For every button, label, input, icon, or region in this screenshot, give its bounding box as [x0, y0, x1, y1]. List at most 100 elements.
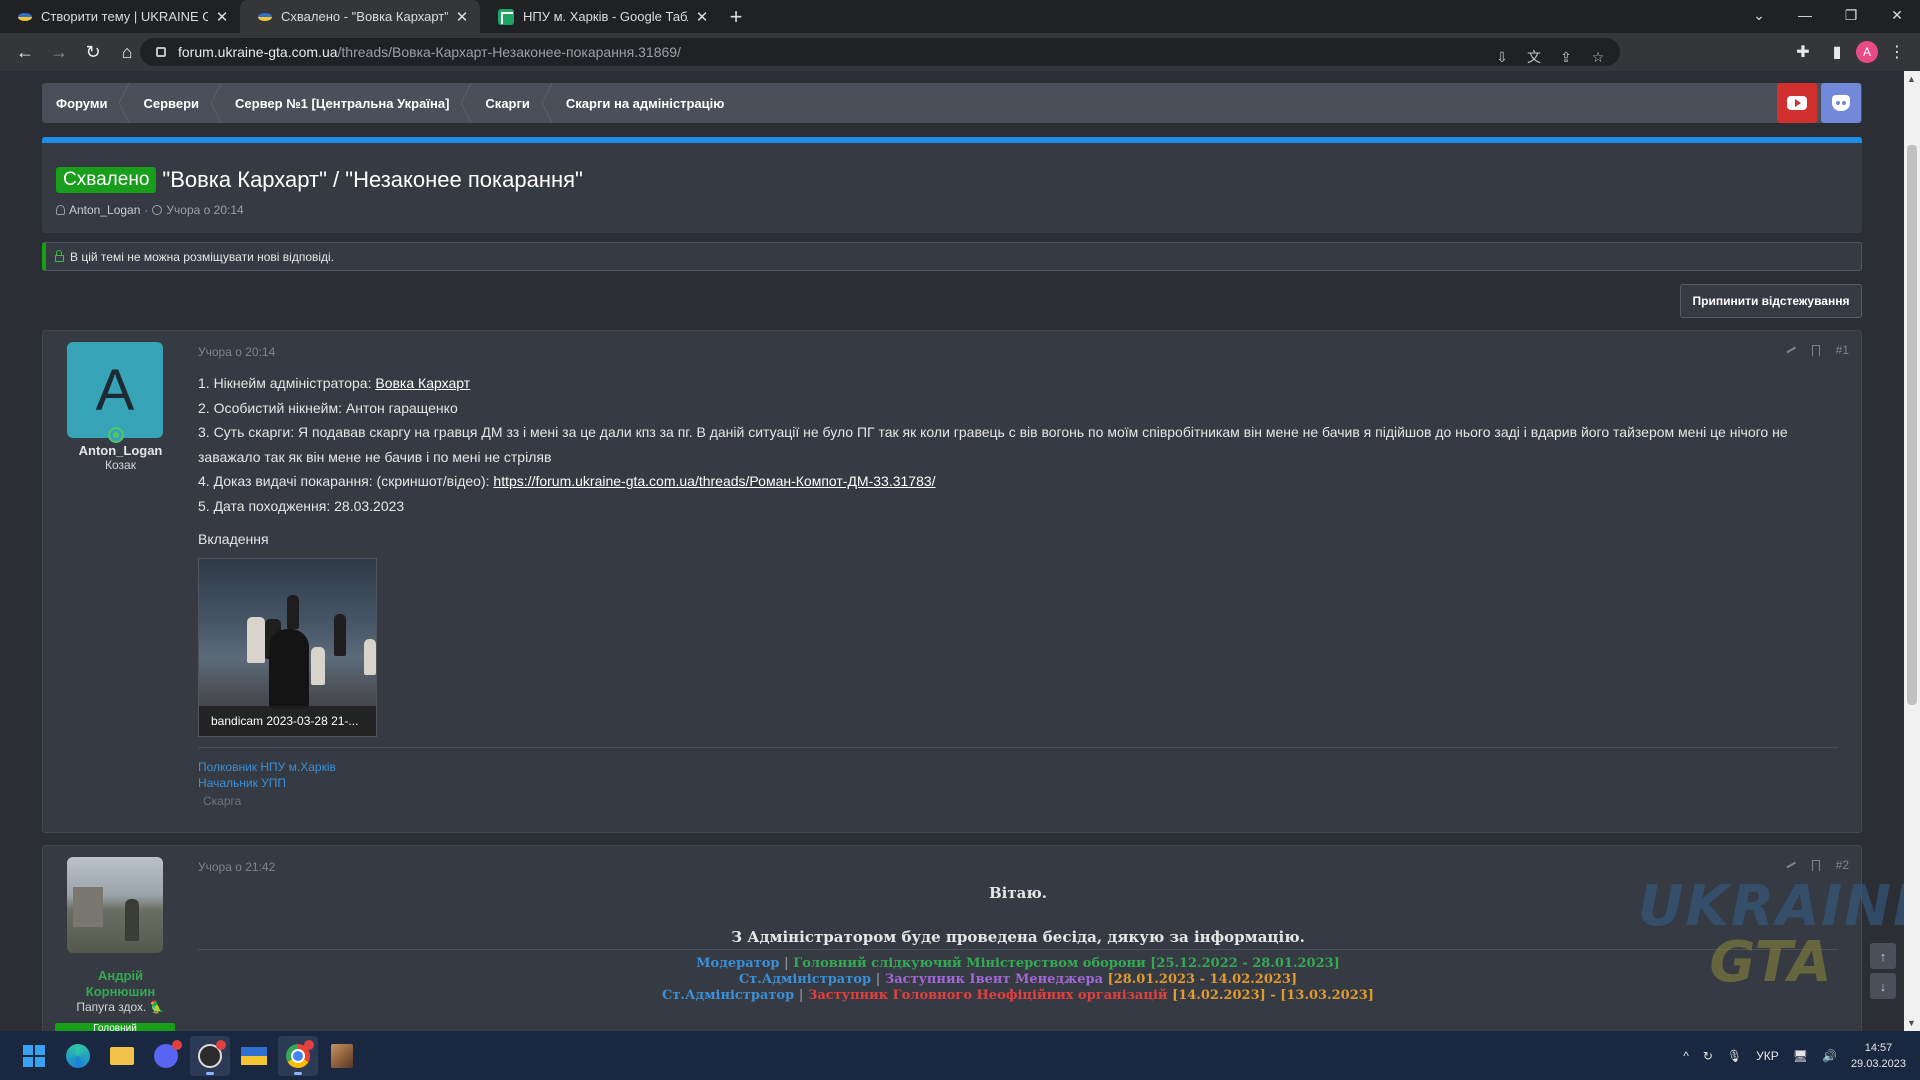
- signature-line: Ст.Адміністратор | Заступник Головного Н…: [662, 988, 1374, 1003]
- thread-header: Схвалено "Вовка Кархарт" / "Незаконее по…: [42, 137, 1862, 233]
- taskbar-chrome[interactable]: [278, 1035, 318, 1076]
- breadcrumb-complaints[interactable]: Скарги: [471, 83, 553, 123]
- attachments-heading: Вкладення: [198, 531, 269, 547]
- youtube-button[interactable]: [1777, 83, 1817, 123]
- avatar[interactable]: [67, 857, 163, 953]
- taskbar-clock[interactable]: 14:57 29.03.2023: [1851, 1040, 1906, 1072]
- taskbar-game[interactable]: [322, 1036, 362, 1076]
- clock-icon: [152, 205, 163, 215]
- reload-icon[interactable]: ↻: [76, 37, 110, 67]
- line-date: 5. Дата походження: 28.03.2023: [198, 497, 405, 514]
- page-viewport: Форуми Сервери Сервер №1 [Центральна Укр…: [0, 71, 1904, 1031]
- thread-title: "Вовка Кархарт" / "Незаконее покарання": [162, 167, 583, 192]
- reply-message: З Адміністратором буде проведена бесіда,…: [731, 928, 1305, 946]
- windows-taskbar: ^ ↻ 🎙 УКР 🖥 🔊 14:57 29.03.2023: [0, 1031, 1920, 1080]
- tab-current-thread[interactable]: Схвалено - "Вовка Кархарт" / "Н ✕: [240, 0, 480, 33]
- breadcrumb-server-1[interactable]: Сервер №1 [Центральна Україна]: [221, 83, 472, 123]
- post-tag[interactable]: Скарга: [203, 794, 241, 808]
- breadcrumb-admin-complaints[interactable]: Скарги на адміністрацію: [552, 83, 746, 123]
- user-icon: [56, 205, 65, 215]
- input-language[interactable]: УКР: [1756, 1049, 1779, 1063]
- tab-google-sheets[interactable]: НПУ м. Харків - Google Таблиця ✕: [480, 0, 720, 33]
- extensions-puzzle-icon[interactable]: ✚: [1788, 38, 1818, 66]
- scroll-to-bottom-button[interactable]: ↓: [1870, 973, 1896, 999]
- new-tab-button[interactable]: +: [720, 0, 752, 33]
- windows-logo-icon: [23, 1044, 45, 1067]
- signature-line: Начальник УПП: [198, 776, 287, 790]
- proof-link[interactable]: https://forum.ukraine-gta.com.ua/threads…: [493, 473, 935, 489]
- line-admin-nick: 1. Нікнейм адміністратора: Вовка Кархарт: [198, 375, 471, 391]
- taskbar-explorer[interactable]: [102, 1036, 142, 1076]
- page-scrollbar[interactable]: ▲ ▼: [1904, 71, 1920, 1031]
- taskbar-discord[interactable]: [146, 1036, 186, 1076]
- lock-icon[interactable]: [156, 47, 166, 57]
- breadcrumb-servers[interactable]: Сервери: [129, 83, 221, 123]
- post-username-line[interactable]: Андрій: [43, 968, 198, 983]
- taskbar-edge[interactable]: [58, 1036, 98, 1076]
- install-app-icon[interactable]: ⇩: [1488, 43, 1516, 71]
- scroll-down-arrow-icon[interactable]: ▼: [1907, 1018, 1916, 1028]
- bookmark-icon[interactable]: [1811, 344, 1820, 356]
- lock-icon: [55, 250, 64, 262]
- restore-icon[interactable]: ❐: [1828, 0, 1874, 30]
- forward-arrow-icon[interactable]: →: [42, 37, 76, 67]
- thread-date[interactable]: Учора о 20:14: [166, 203, 243, 217]
- network-icon[interactable]: 🖥: [1793, 1049, 1808, 1063]
- post-username[interactable]: Anton_Logan: [43, 443, 198, 458]
- thread-author-link[interactable]: Anton_Logan: [69, 203, 140, 217]
- attachment-thumbnail[interactable]: bandicam 2023-03-28 21-...: [198, 558, 377, 737]
- share-icon[interactable]: ⇪: [1552, 43, 1580, 71]
- profile-avatar[interactable]: A: [1856, 41, 1878, 63]
- tab-create-thread[interactable]: Створити тему | UKRAINE GTA - ✕: [0, 0, 240, 33]
- admin-nick-link[interactable]: Вовка Кархарт: [375, 375, 470, 391]
- discord-icon: [1832, 95, 1850, 111]
- taskbar-obs[interactable]: [190, 1035, 230, 1076]
- discord-button[interactable]: [1821, 83, 1861, 123]
- bookmark-icon[interactable]: [1811, 859, 1820, 871]
- bookmark-star-icon[interactable]: ☆: [1584, 43, 1612, 71]
- volume-icon[interactable]: 🔊: [1822, 1049, 1837, 1063]
- close-tab-icon[interactable]: ✕: [454, 8, 470, 26]
- unwatch-thread-button[interactable]: Припинити відстежування: [1680, 284, 1862, 318]
- signature-line: Модератор | Головний слідкуючий Міністер…: [696, 956, 1340, 971]
- post-number[interactable]: #2: [1836, 858, 1849, 872]
- tray-chevron-up-icon[interactable]: ^: [1683, 1049, 1689, 1063]
- address-bar[interactable]: forum.ukraine-gta.com.ua/threads/Вовка-К…: [140, 38, 1620, 66]
- share-icon[interactable]: [1786, 860, 1796, 870]
- tab-title: НПУ м. Харків - Google Таблиця: [523, 9, 688, 24]
- close-tab-icon[interactable]: ✕: [214, 8, 230, 26]
- side-panel-icon[interactable]: ▮: [1822, 38, 1852, 66]
- signature-line: Ст.Адміністратор | Заступник Івент Менед…: [738, 972, 1298, 987]
- post-username-line[interactable]: Корнюшин: [43, 984, 198, 999]
- back-arrow-icon[interactable]: ←: [8, 37, 42, 67]
- line-proof: 4. Доказ видачі покарання: (скриншот/від…: [198, 473, 936, 489]
- scrollbar-thumb[interactable]: [1907, 145, 1917, 705]
- breadcrumb-forums[interactable]: Форуми: [42, 83, 130, 123]
- youtube-icon: [1787, 96, 1807, 110]
- close-window-icon[interactable]: ✕: [1874, 0, 1920, 30]
- scroll-to-top-button[interactable]: ↑: [1870, 943, 1896, 969]
- home-icon[interactable]: ⌂: [110, 37, 144, 67]
- minimize-icon[interactable]: —: [1782, 0, 1828, 30]
- user-title: Козак: [105, 458, 136, 472]
- tab-search-icon[interactable]: ⌄: [1736, 0, 1782, 30]
- thread-locked-notice: В цій темі не можна розміщувати нові від…: [42, 242, 1862, 271]
- post-date[interactable]: Учора о 21:42: [198, 860, 275, 874]
- post-body: Вітаю. З Адміністратором буде проведена …: [198, 884, 1838, 946]
- post-date[interactable]: Учора о 20:14: [198, 345, 275, 359]
- extensions-area: ✚ ▮ A ⋮: [1788, 38, 1920, 66]
- menu-kebab-icon[interactable]: ⋮: [1882, 38, 1912, 66]
- translate-icon[interactable]: 文: [1520, 43, 1548, 71]
- avatar[interactable]: A: [67, 342, 163, 438]
- post-number[interactable]: #1: [1836, 343, 1849, 357]
- taskbar-ukraine-gta[interactable]: [234, 1036, 274, 1076]
- share-icon[interactable]: [1786, 345, 1796, 355]
- microphone-icon[interactable]: 🎙: [1727, 1049, 1742, 1063]
- approved-prefix-badge[interactable]: Схвалено: [56, 167, 157, 193]
- sync-icon[interactable]: ↻: [1703, 1049, 1713, 1063]
- scroll-up-arrow-icon[interactable]: ▲: [1907, 74, 1916, 84]
- close-tab-icon[interactable]: ✕: [694, 8, 710, 26]
- staff-badge: Головний: [55, 1023, 175, 1031]
- line-complaint-essence: 3. Суть скарги: Я подавав скаргу на грав…: [198, 424, 1788, 465]
- start-button[interactable]: [14, 1036, 54, 1076]
